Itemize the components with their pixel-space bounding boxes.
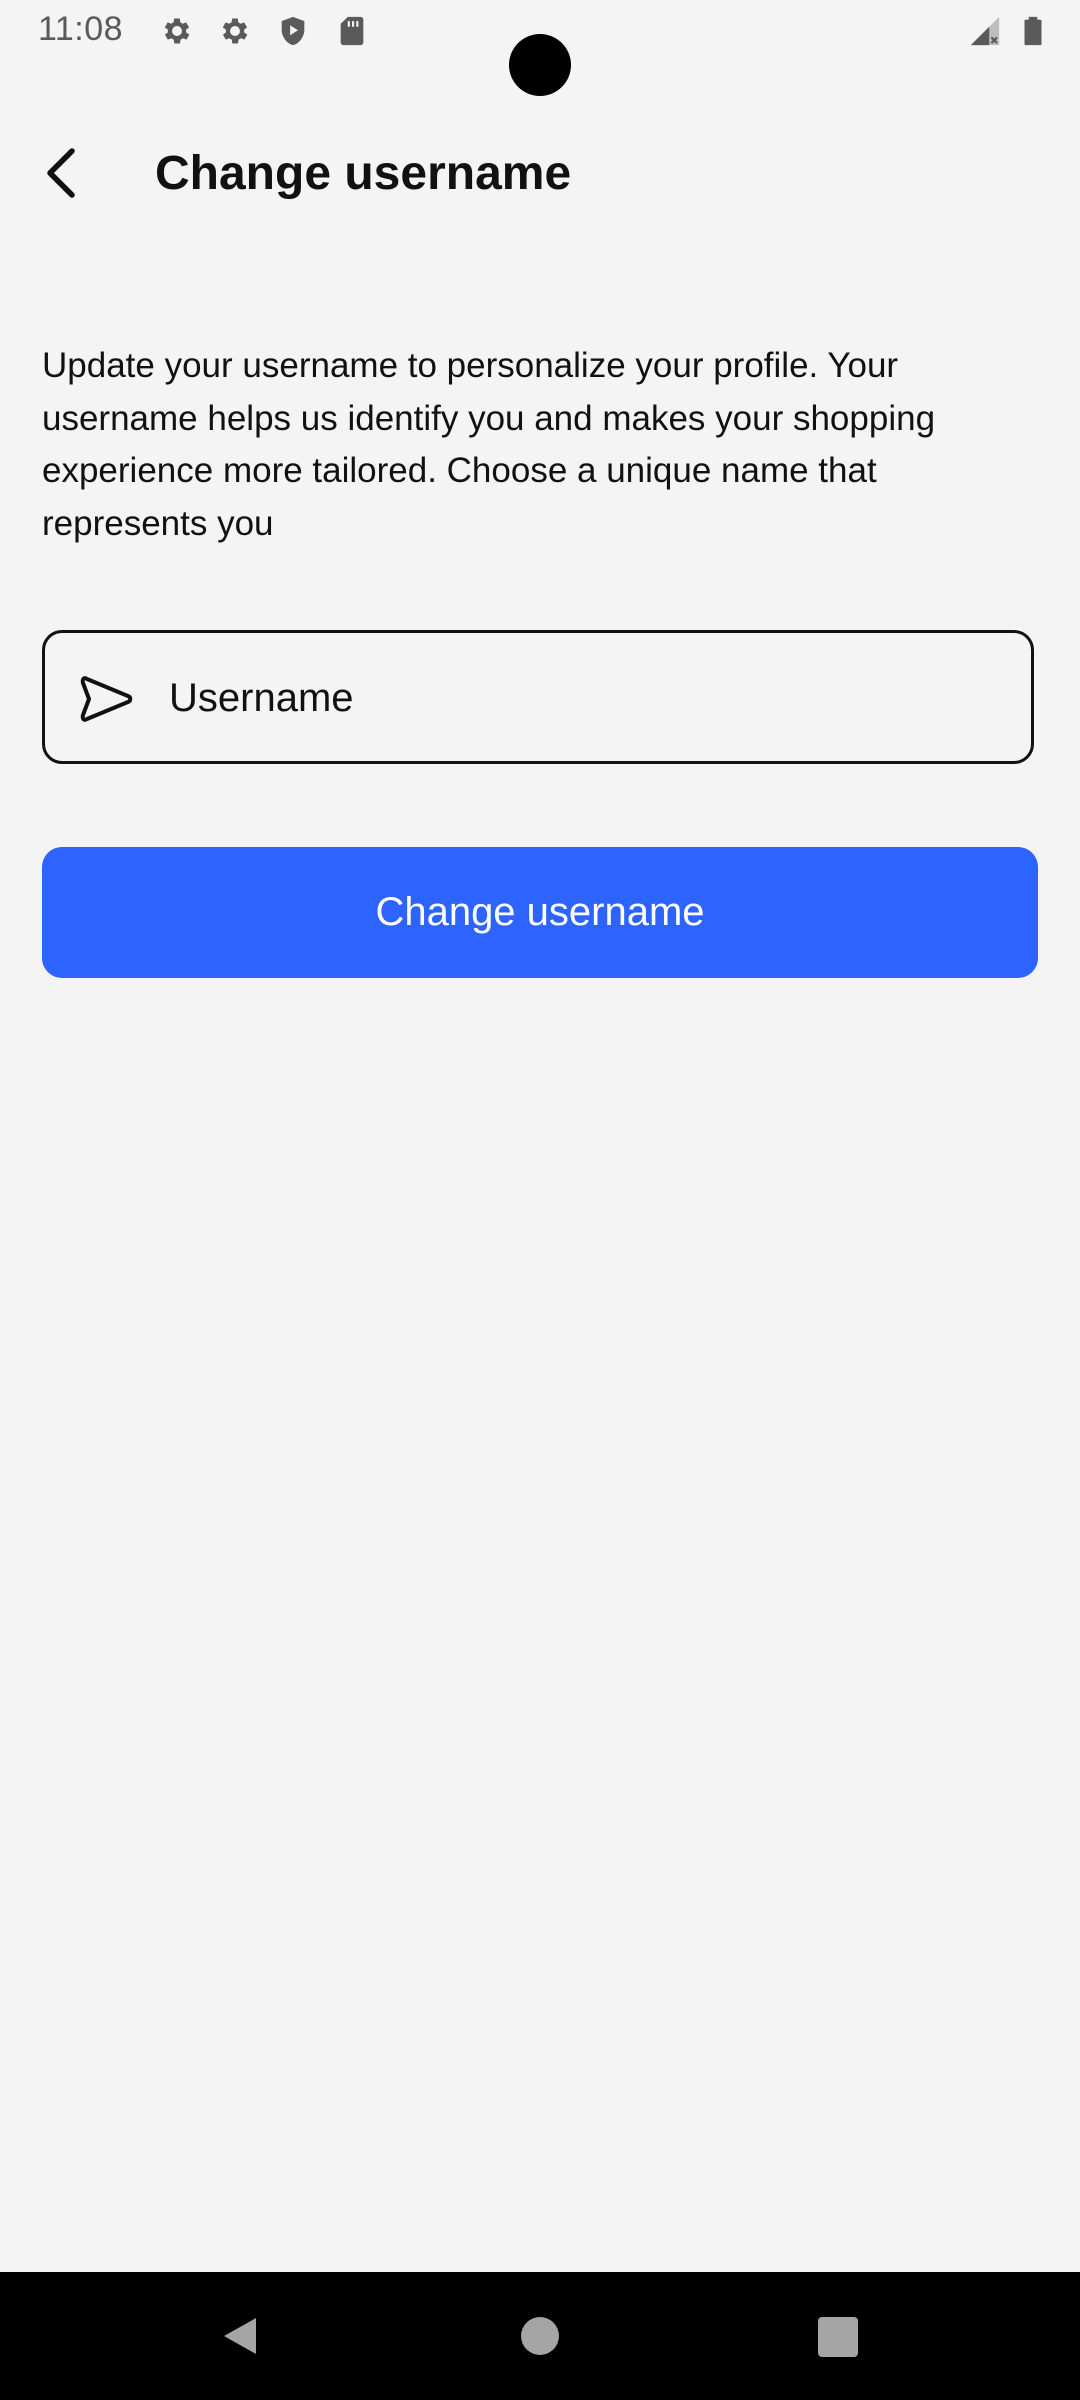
back-button[interactable] (30, 140, 90, 210)
nav-back-icon[interactable] (218, 2314, 262, 2358)
signal-icon (968, 14, 1002, 48)
shield-play-icon (276, 14, 310, 48)
camera-cutout (509, 34, 571, 96)
gear-icon (160, 14, 194, 48)
nav-recents-icon[interactable] (818, 2317, 858, 2357)
sd-card-icon (335, 14, 369, 48)
username-input[interactable] (169, 653, 1009, 743)
battery-icon (1016, 14, 1050, 48)
gear-icon (218, 14, 252, 48)
nav-home-icon[interactable] (521, 2317, 559, 2355)
status-time: 11:08 (38, 10, 124, 48)
send-icon (79, 671, 135, 727)
chevron-left-icon (40, 145, 80, 206)
description-text: Update your username to personalize your… (42, 346, 936, 543)
page-title: Change username (155, 147, 572, 200)
system-nav-bar (0, 2272, 1080, 2400)
change-username-button[interactable]: Change username (42, 847, 1038, 978)
username-field[interactable] (42, 630, 1034, 764)
